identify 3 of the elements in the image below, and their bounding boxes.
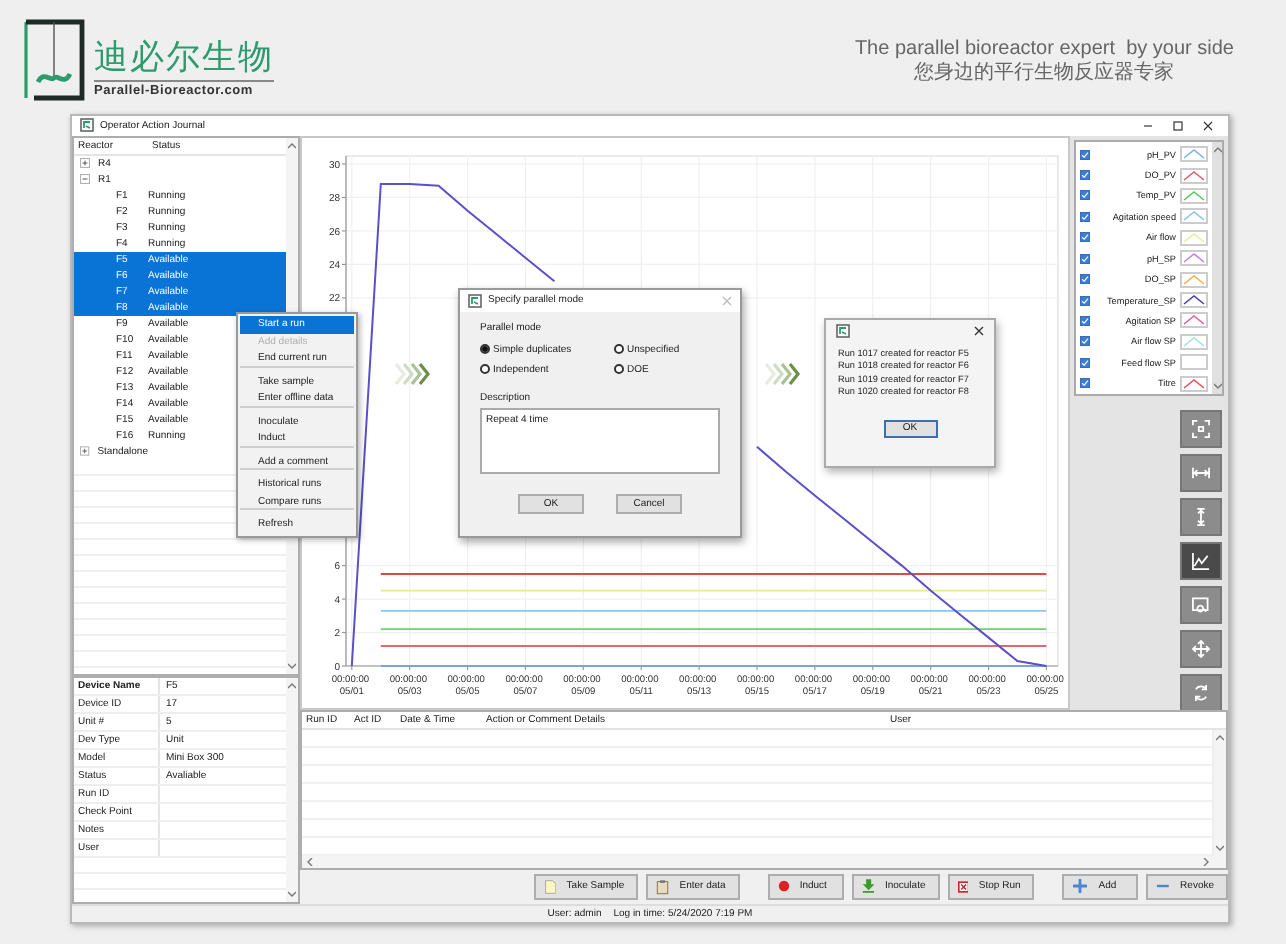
brand-name: 迪必尔生物	[94, 38, 274, 80]
tagline: The parallel bioreactor expert by your side	[854, 38, 1234, 61]
tagline: 您身边的平行生物反应器专家	[914, 62, 1175, 86]
